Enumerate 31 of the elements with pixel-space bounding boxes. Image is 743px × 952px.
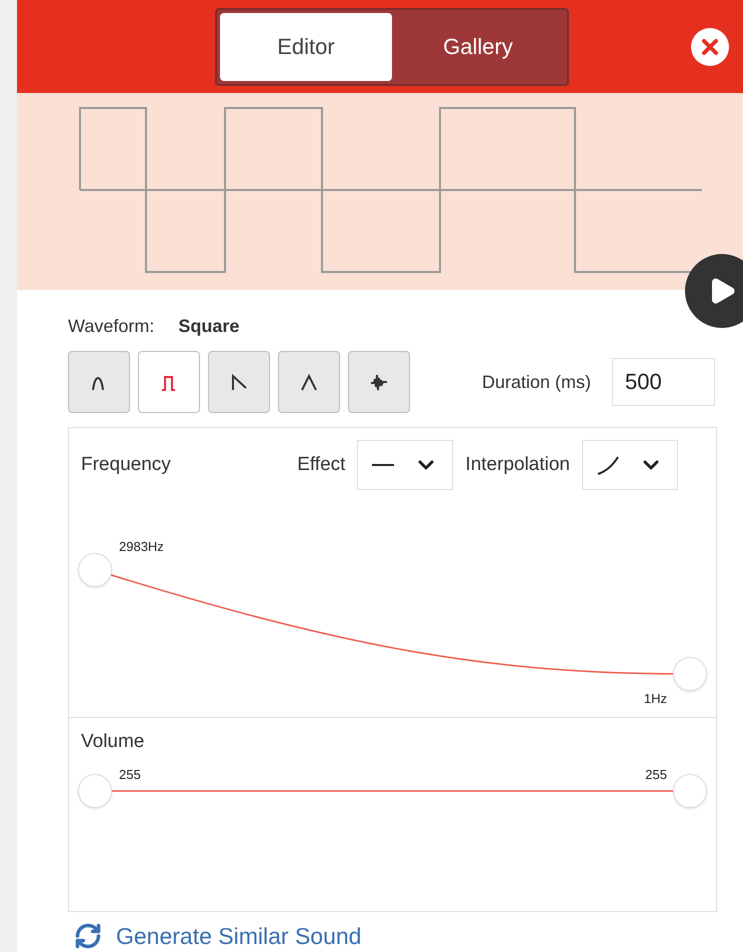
refresh-icon bbox=[74, 922, 102, 950]
end-value: 1Hz bbox=[644, 691, 667, 706]
play-button[interactable] bbox=[685, 254, 743, 328]
flat-line-icon bbox=[372, 463, 394, 467]
envelope-handle[interactable] bbox=[78, 553, 112, 587]
start-value: 255 bbox=[119, 767, 141, 782]
tab[interactable]: Gallery bbox=[392, 12, 564, 80]
close-button[interactable] bbox=[691, 28, 729, 66]
frequency-label: Frequency bbox=[81, 454, 171, 476]
waveform-button[interactable] bbox=[138, 351, 200, 413]
noise-wave-icon bbox=[370, 372, 388, 392]
tab[interactable]: Editor bbox=[220, 12, 392, 80]
interpolation-dropdown[interactable] bbox=[582, 440, 678, 490]
generate-similar-link[interactable]: Generate Similar Sound bbox=[74, 922, 715, 950]
sawtooth-wave-icon bbox=[230, 372, 248, 392]
interpolation-label: Interpolation bbox=[465, 454, 570, 476]
duration-label: Duration (ms) bbox=[482, 372, 591, 392]
effect-label: Effect bbox=[297, 454, 346, 476]
volume-label: Volume bbox=[80, 730, 146, 753]
triangle-wave-icon bbox=[300, 372, 318, 392]
curve-icon bbox=[597, 455, 619, 475]
waveform-label: Waveform: bbox=[68, 316, 154, 336]
duration-input[interactable]: 500 bbox=[612, 358, 715, 406]
start-value: 2983Hz bbox=[119, 539, 164, 554]
envelope-handle[interactable] bbox=[673, 774, 707, 808]
envelope-handle[interactable] bbox=[673, 657, 707, 691]
envelope-handle[interactable] bbox=[78, 774, 112, 808]
end-value: 255 bbox=[645, 767, 667, 782]
waveform-button[interactable] bbox=[348, 351, 410, 413]
waveform-value: Square bbox=[178, 316, 240, 336]
effect-dropdown[interactable] bbox=[357, 440, 454, 490]
